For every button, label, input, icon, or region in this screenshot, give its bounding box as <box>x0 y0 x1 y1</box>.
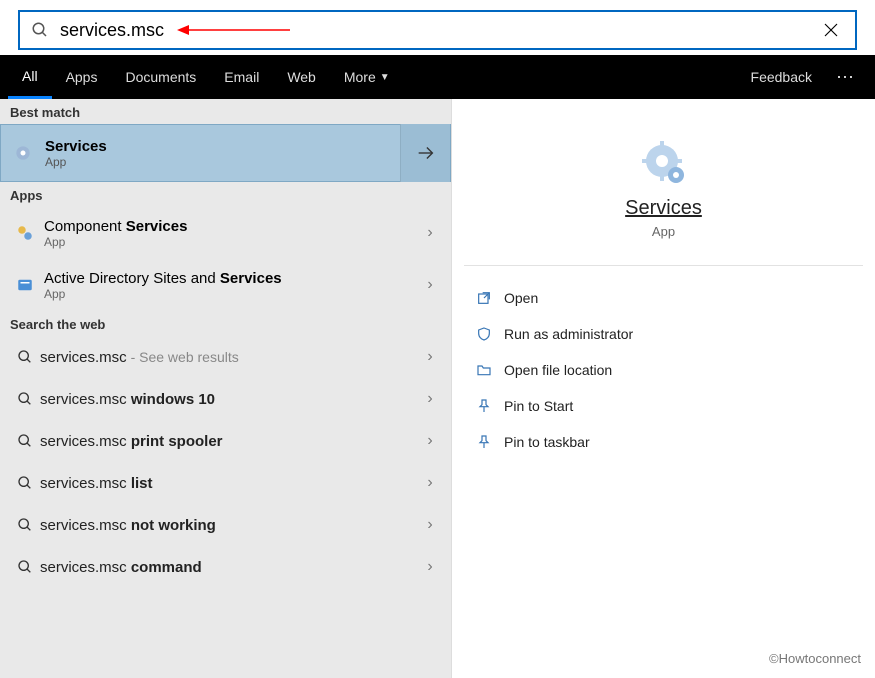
action-pin-to-taskbar[interactable]: Pin to taskbar <box>456 424 871 460</box>
web-result[interactable]: services.msc print spooler › <box>0 420 451 462</box>
tab-label: More <box>344 69 376 85</box>
action-list: Open Run as administrator Open file loca… <box>452 266 875 474</box>
tab-all[interactable]: All <box>8 55 52 99</box>
web-result-text: services.msc - See web results <box>40 349 415 366</box>
search-icon <box>10 559 40 575</box>
filter-tabbar: All Apps Documents Email Web More ▼ Feedb… <box>0 55 875 99</box>
action-run-as-admin[interactable]: Run as administrator <box>456 316 871 352</box>
search-icon <box>10 349 40 365</box>
action-pin-to-start[interactable]: Pin to Start <box>456 388 871 424</box>
pin-taskbar-icon <box>476 434 504 450</box>
preview-subtitle: App <box>452 224 875 239</box>
search-icon <box>10 391 40 407</box>
pin-start-icon <box>476 398 504 414</box>
services-gear-icon <box>640 139 688 187</box>
chevron-right-icon[interactable]: › <box>415 348 445 366</box>
app-result-title: Active Directory Sites and Services <box>44 270 415 287</box>
search-bar[interactable] <box>18 10 857 50</box>
tab-apps[interactable]: Apps <box>52 55 112 99</box>
open-best-match-button[interactable] <box>400 124 450 182</box>
chevron-right-icon[interactable]: › <box>415 474 445 492</box>
feedback-link[interactable]: Feedback <box>739 69 824 85</box>
action-open[interactable]: Open <box>456 280 871 316</box>
admin-icon <box>476 326 504 342</box>
search-icon <box>10 475 40 491</box>
search-icon <box>10 517 40 533</box>
section-web: Search the web <box>0 311 451 336</box>
app-result-title: Component Services <box>44 218 415 235</box>
tab-label: Web <box>287 69 316 85</box>
tab-label: All <box>22 68 38 84</box>
web-result-text: services.msc not working <box>40 517 415 534</box>
tab-web[interactable]: Web <box>273 55 330 99</box>
search-icon <box>10 433 40 449</box>
web-result-text: services.msc command <box>40 559 415 576</box>
services-app-icon <box>1 143 45 163</box>
more-options-button[interactable]: ⋯ <box>824 67 867 88</box>
component-services-icon <box>10 224 40 242</box>
chevron-right-icon[interactable]: › <box>415 390 445 408</box>
app-result[interactable]: Component Services App › <box>0 207 451 259</box>
chevron-right-icon[interactable]: › <box>415 432 445 450</box>
search-icon <box>20 21 60 39</box>
app-result[interactable]: Active Directory Sites and Services App … <box>0 259 451 311</box>
app-result-subtitle: App <box>44 287 415 301</box>
action-label: Pin to taskbar <box>504 434 590 450</box>
preview-pane: Services App Open Run as administrator O… <box>452 99 875 678</box>
ad-sites-services-icon <box>10 276 40 294</box>
web-result-text: services.msc list <box>40 475 415 492</box>
tab-email[interactable]: Email <box>210 55 273 99</box>
web-result[interactable]: services.msc windows 10 › <box>0 378 451 420</box>
action-label: Run as administrator <box>504 326 633 342</box>
tab-label: Documents <box>125 69 196 85</box>
clear-search-button[interactable] <box>807 21 855 39</box>
chevron-right-icon[interactable]: › <box>415 224 445 242</box>
best-match-subtitle: App <box>45 155 400 169</box>
chevron-right-icon[interactable]: › <box>415 516 445 534</box>
chevron-right-icon[interactable]: › <box>415 276 445 294</box>
web-result-text: services.msc windows 10 <box>40 391 415 408</box>
app-result-subtitle: App <box>44 235 415 249</box>
tab-more[interactable]: More ▼ <box>330 55 404 99</box>
web-result[interactable]: services.msc - See web results › <box>0 336 451 378</box>
web-result[interactable]: services.msc not working › <box>0 504 451 546</box>
section-best-match: Best match <box>0 99 451 124</box>
search-input[interactable] <box>60 20 807 41</box>
preview-title[interactable]: Services <box>452 197 875 220</box>
web-result-text: services.msc print spooler <box>40 433 415 450</box>
section-apps: Apps <box>0 182 451 207</box>
folder-icon <box>476 362 504 378</box>
tab-documents[interactable]: Documents <box>111 55 210 99</box>
results-pane: Best match Services App Apps Component S… <box>0 99 452 678</box>
watermark: ©Howtoconnect <box>769 651 861 666</box>
action-label: Open file location <box>504 362 612 378</box>
chevron-down-icon: ▼ <box>380 72 390 83</box>
action-label: Pin to Start <box>504 398 573 414</box>
action-open-file-location[interactable]: Open file location <box>456 352 871 388</box>
open-icon <box>476 290 504 306</box>
best-match-title: Services <box>45 138 400 155</box>
action-label: Open <box>504 290 538 306</box>
tab-label: Apps <box>66 69 98 85</box>
best-match-result[interactable]: Services App <box>0 124 451 182</box>
web-result[interactable]: services.msc list › <box>0 462 451 504</box>
chevron-right-icon[interactable]: › <box>415 558 445 576</box>
web-result[interactable]: services.msc command › <box>0 546 451 588</box>
tab-label: Email <box>224 69 259 85</box>
